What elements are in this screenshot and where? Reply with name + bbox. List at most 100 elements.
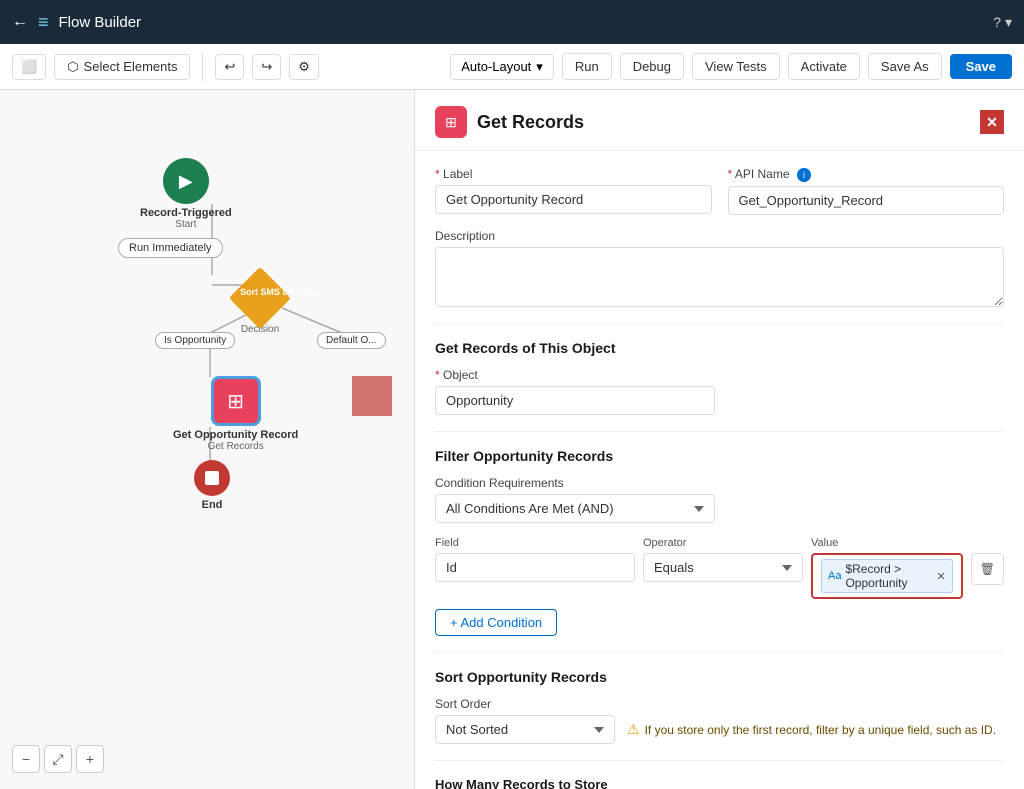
sort-order-select[interactable]: Not Sorted [435, 715, 615, 744]
run-button[interactable]: Run [562, 53, 612, 80]
canvas[interactable]: ▶ Record-Triggered Start Run Immediately… [0, 90, 415, 789]
start-node[interactable]: ▶ Record-Triggered Start [140, 158, 232, 230]
value-tag-text: $Record > Opportunity [845, 562, 932, 590]
records-count-section-title: How Many Records to Store [435, 777, 1004, 789]
activate-label: Activate [801, 59, 847, 74]
logo-icon: ≡ [38, 12, 49, 33]
settings-icon: ⚙ [298, 59, 310, 75]
is-opportunity-label: Is Opportunity [155, 332, 235, 349]
undo-button[interactable]: ↩ [215, 54, 244, 80]
auto-layout-dropdown-icon: ▾ [536, 59, 543, 75]
divider-3 [435, 652, 1004, 653]
zoom-out-button[interactable]: − [12, 745, 40, 773]
back-button[interactable]: ← [12, 13, 28, 31]
object-input[interactable] [435, 386, 715, 415]
right-panel: ⊞ Get Records ✕ Label API Name i [415, 90, 1024, 789]
panel-icon-symbol: ⊞ [445, 114, 457, 131]
start-sublabel: Start [175, 219, 196, 230]
add-condition-label: + Add Condition [450, 615, 542, 630]
canvas-toggle-button[interactable]: ⬜ [12, 54, 46, 80]
end-square [205, 471, 219, 485]
save-as-label: Save As [881, 59, 929, 74]
api-name-info-icon[interactable]: i [797, 168, 811, 182]
label-input[interactable] [435, 185, 712, 214]
select-elements-icon: ⬡ [67, 59, 78, 75]
api-name-input[interactable] [728, 186, 1005, 215]
end-label: End [202, 499, 223, 511]
add-condition-button[interactable]: + Add Condition [435, 609, 557, 636]
condition-row: Equals Aa $Record > Opportunity ✕ 🗑 [435, 553, 1004, 599]
delete-condition-button[interactable]: 🗑 [971, 553, 1004, 585]
toolbar-divider-1 [202, 53, 203, 81]
sort-warning: ⚠ If you store only the first record, fi… [627, 721, 996, 738]
debug-label: Debug [633, 59, 671, 74]
condition-req-label: Condition Requirements [435, 476, 715, 490]
label-group: Label [435, 167, 712, 215]
end-icon [194, 460, 230, 496]
decision-diamond [229, 267, 291, 329]
get-record-node-sublabel: Get Records [208, 441, 264, 452]
sort-section-title: Sort Opportunity Records [435, 669, 1004, 685]
zoom-fit-button[interactable]: ⤢ [44, 745, 72, 773]
activate-button[interactable]: Activate [788, 53, 860, 80]
condition-req-group: Condition Requirements All Conditions Ar… [435, 476, 715, 523]
auto-layout-button[interactable]: Auto-Layout ▾ [450, 54, 554, 80]
sort-row: Sort Order Not Sorted ⚠ If you store onl… [435, 697, 1004, 744]
settings-button[interactable]: ⚙ [289, 54, 319, 80]
run-immediately-label: Run Immediately [118, 238, 223, 258]
decision-node[interactable]: Sort SMS by Rec... Decision [238, 276, 282, 335]
filter-section-title: Filter Opportunity Records [435, 448, 1004, 464]
panel-header: ⊞ Get Records ✕ [415, 90, 1024, 151]
get-record-node[interactable]: ⊞ Get Opportunity Record Get Records [173, 376, 298, 452]
start-label: Record-Triggered [140, 207, 232, 219]
api-name-label: API Name i [728, 167, 1005, 182]
debug-button[interactable]: Debug [620, 53, 684, 80]
save-as-button[interactable]: Save As [868, 53, 942, 80]
get-record-icon: ⊞ [211, 376, 261, 426]
zoom-in-button[interactable]: + [76, 745, 104, 773]
condition-header: Field Operator Value [435, 537, 1004, 549]
help-button[interactable]: ? ▾ [993, 14, 1012, 31]
main-area: ▶ Record-Triggered Start Run Immediately… [0, 90, 1024, 789]
auto-layout-label: Auto-Layout [461, 59, 531, 74]
select-elements-label: Select Elements [84, 59, 178, 74]
label-api-row: Label API Name i [435, 167, 1004, 215]
canvas-icon: ⬜ [21, 59, 37, 75]
condition-req-select[interactable]: All Conditions Are Met (AND) [435, 494, 715, 523]
value-input-box[interactable]: Aa $Record > Opportunity ✕ [811, 553, 963, 599]
warning-icon: ⚠ [627, 721, 640, 738]
decision-label: Sort SMS by Rec... [240, 287, 280, 298]
view-tests-label: View Tests [705, 59, 767, 74]
toolbar: ⬜ ⬡ Select Elements ↩ ↪ ⚙ Auto-Layout ▾ … [0, 44, 1024, 90]
description-label: Description [435, 229, 1004, 243]
nav-bar: ← ≡ Flow Builder ? ▾ [0, 0, 1024, 44]
save-label: Save [966, 59, 996, 74]
close-panel-button[interactable]: ✕ [980, 110, 1004, 134]
end-node[interactable]: End [194, 460, 230, 511]
panel-body: Label API Name i Description Get Reco [415, 151, 1024, 789]
value-tag-close-button[interactable]: ✕ [937, 570, 946, 583]
field-col-label: Field [435, 537, 635, 549]
run-label: Run [575, 59, 599, 74]
undo-icon: ↩ [224, 59, 235, 75]
value-tag-type-icon: Aa [828, 570, 841, 582]
operator-select[interactable]: Equals [643, 553, 803, 582]
sort-order-label: Sort Order [435, 697, 615, 711]
save-button[interactable]: Save [950, 54, 1012, 79]
divider-2 [435, 431, 1004, 432]
description-textarea[interactable] [435, 247, 1004, 307]
value-tag: Aa $Record > Opportunity ✕ [821, 559, 953, 593]
value-col-label: Value [811, 537, 1004, 549]
redo-button[interactable]: ↪ [252, 54, 281, 80]
view-tests-button[interactable]: View Tests [692, 53, 780, 80]
divider-1 [435, 323, 1004, 324]
redo-icon: ↪ [261, 59, 272, 75]
get-records-section-title: Get Records of This Object [435, 340, 1004, 356]
operator-col: Equals [643, 553, 803, 582]
panel-title: Get Records [477, 112, 584, 133]
value-col: Aa $Record > Opportunity ✕ [811, 553, 963, 599]
field-input[interactable] [435, 553, 635, 582]
select-elements-button[interactable]: ⬡ Select Elements [54, 54, 190, 80]
object-label: Object [435, 368, 715, 382]
panel-icon: ⊞ [435, 106, 467, 138]
